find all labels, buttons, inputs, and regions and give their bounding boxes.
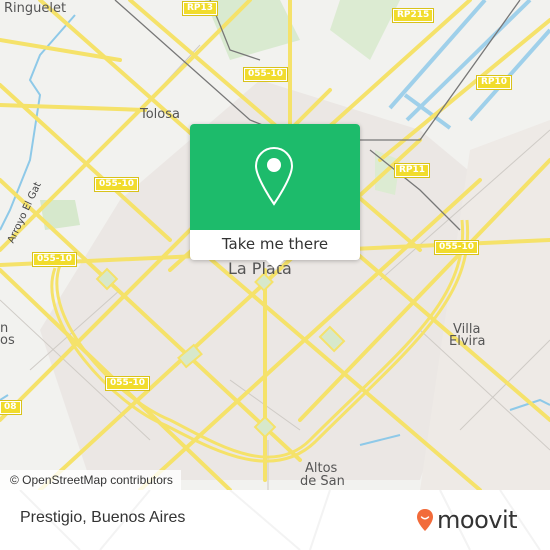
route-shield-055-10: 055-10 <box>104 376 151 391</box>
park <box>330 0 400 60</box>
route-shield-rp215: RP215 <box>391 8 435 23</box>
route-shield-055-10: 055-10 <box>242 67 289 82</box>
route-shield-rp13: RP13 <box>181 1 219 16</box>
place-ringuelet: Ringuelet <box>4 1 67 16</box>
footer: Prestigio, Buenos Aires moovit <box>0 490 550 550</box>
route-shield-055-10: 055-10 <box>433 240 480 255</box>
location-popup: Take me there <box>190 124 360 269</box>
route-shield-055-10: 055-10 <box>93 177 140 192</box>
map-pin-icon <box>254 146 294 206</box>
route-shield-08: 08 <box>0 400 22 415</box>
take-me-there-button[interactable]: Take me there <box>190 230 360 260</box>
place-villa-elvira-2: Elvira <box>449 334 486 349</box>
moovit-wordmark: moovit <box>437 506 518 534</box>
place-partial-os: os <box>0 333 15 348</box>
route-shield-rp11: RP11 <box>393 163 431 178</box>
popup-header <box>190 124 360 230</box>
map-attribution[interactable]: © OpenStreetMap contributors <box>0 470 181 490</box>
moovit-pin-icon <box>417 509 433 531</box>
place-tolosa: Tolosa <box>140 107 180 122</box>
popup-pointer <box>266 260 284 269</box>
route-shield-055-10: 055-10 <box>31 252 78 267</box>
place-altos-de-san-2: de San <box>300 474 345 489</box>
route-shield-rp10: RP10 <box>475 75 513 90</box>
place-title: Prestigio, Buenos Aires <box>20 509 186 526</box>
moovit-logo[interactable]: moovit <box>416 500 518 540</box>
